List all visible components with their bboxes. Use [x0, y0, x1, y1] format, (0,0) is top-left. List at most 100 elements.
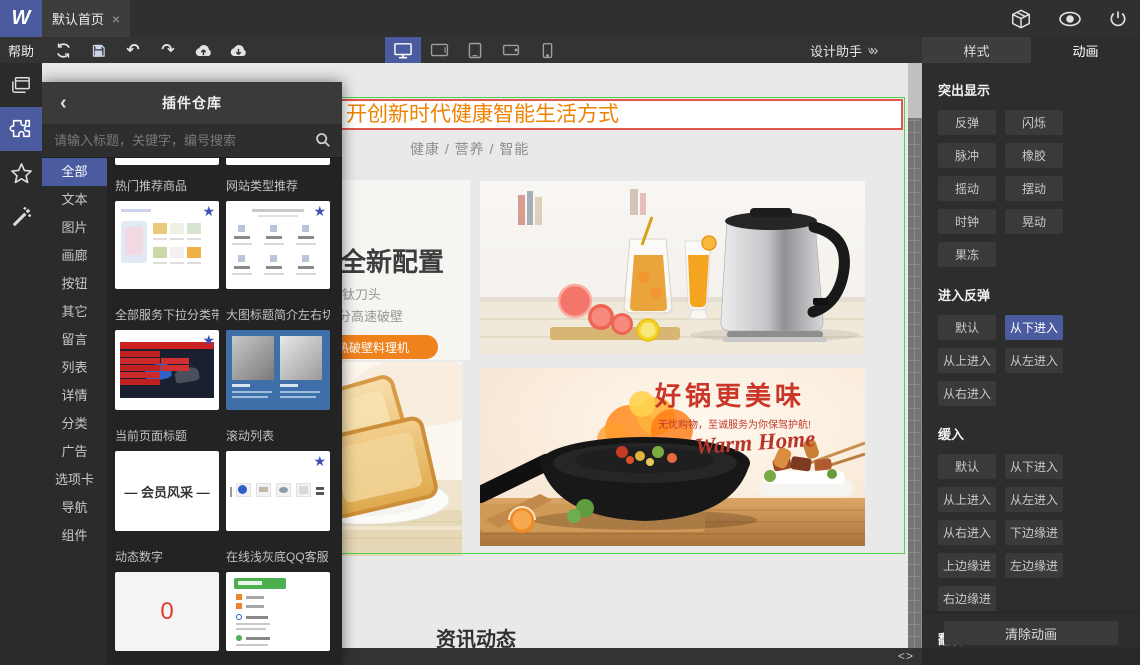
tab-animation[interactable]: 动画 — [1031, 37, 1140, 63]
plugin-category[interactable]: 分类 — [42, 410, 107, 438]
page-tab-default-home[interactable]: 默认首页 × — [42, 0, 130, 37]
animation-option-button[interactable]: 反弹 — [938, 110, 996, 135]
plugin-card-thumb[interactable]: ★ — [115, 330, 219, 410]
plugin-card[interactable]: 全部服务下拉分类带... — [115, 289, 219, 410]
animation-option-button[interactable]: 下边缘进 — [1005, 520, 1063, 545]
canvas-scrollbar[interactable] — [908, 63, 922, 648]
save-icon[interactable] — [87, 39, 109, 61]
animation-option-button[interactable]: 摆动 — [1005, 176, 1063, 201]
plugin-card-thumb[interactable]: — 会员风采 — — [115, 451, 219, 531]
device-tablet-portrait-button[interactable] — [457, 37, 493, 63]
animation-option-button[interactable]: 脉冲 — [938, 143, 996, 168]
device-phone-landscape-button[interactable] — [493, 37, 529, 63]
plugin-card[interactable]: 当前页面标题 — 会员风采 — — [115, 410, 219, 531]
eye-icon[interactable] — [1058, 11, 1082, 27]
plugin-card-thumb[interactable] — [226, 330, 330, 410]
magic-wand-icon[interactable] — [0, 195, 42, 239]
power-icon[interactable] — [1108, 9, 1128, 29]
animation-option-button[interactable]: 默认 — [938, 315, 996, 340]
redo-icon[interactable]: ↷ — [157, 39, 179, 61]
wok-banner-image[interactable]: 好锅更美味 无忧购物，至诚服务为你保驾护航! Warm Home — [480, 368, 865, 546]
app-logo[interactable]: W — [0, 0, 42, 37]
plugin-category[interactable]: 全部 — [42, 158, 107, 186]
plugin-card-thumb[interactable]: 0 — [115, 572, 219, 651]
plugin-category[interactable]: 文本 — [42, 186, 107, 214]
animation-option-button[interactable]: 从下进入 — [1005, 315, 1063, 340]
plugin-card[interactable]: 动态数字 0 — [115, 531, 219, 651]
favorite-star-icon[interactable]: ★ — [202, 204, 215, 218]
animation-option-button[interactable]: 从左进入 — [1005, 348, 1063, 373]
plugin-category[interactable]: 详情 — [42, 382, 107, 410]
animation-option-button[interactable]: 橡胶 — [1005, 143, 1063, 168]
animation-option-button[interactable]: 摇动 — [938, 176, 996, 201]
animation-option-button[interactable]: 时钟 — [938, 209, 996, 234]
partial-card-thumb[interactable] — [226, 158, 330, 165]
plugin-category[interactable]: 导航 — [42, 494, 107, 522]
plugin-card[interactable]: 在线浅灰底QQ客服 — [226, 531, 330, 651]
favorite-star-icon[interactable]: ★ — [202, 333, 215, 347]
favorite-star-icon[interactable]: ★ — [313, 454, 326, 468]
plugin-card[interactable]: 页眉2 — [226, 651, 330, 665]
selected-title-element[interactable]: 开创新时代健康智能生活方式 — [302, 99, 903, 130]
plugin-category[interactable]: 按钮 — [42, 270, 107, 298]
animation-option-button[interactable]: 上边缘进 — [938, 553, 996, 578]
plugin-card[interactable]: 联系我们 — [115, 651, 219, 665]
cloud-upload-icon[interactable] — [192, 39, 214, 61]
search-icon[interactable] — [315, 132, 331, 148]
pages-icon[interactable] — [0, 63, 42, 107]
plugin-category[interactable]: 留言 — [42, 326, 107, 354]
plugin-category[interactable]: 选项卡 — [42, 466, 107, 494]
animation-option-button[interactable]: 果冻 — [938, 242, 996, 267]
plugin-card-thumb[interactable]: ★ — [226, 451, 330, 531]
cube-icon[interactable] — [1010, 8, 1032, 30]
animation-option-button[interactable]: 从右进入 — [938, 520, 996, 545]
refresh-icon[interactable] — [52, 39, 74, 61]
animation-option-button[interactable]: 从上进入 — [938, 487, 996, 512]
news-section-heading[interactable]: 资讯动态 — [436, 623, 516, 648]
plugin-card[interactable]: 大图标题简介左右切... — [226, 289, 330, 410]
plugin-category[interactable]: 其它 — [42, 298, 107, 326]
back-icon[interactable]: ‹ — [60, 82, 67, 124]
undo-icon[interactable]: ↶ — [122, 39, 144, 61]
tab-close-icon[interactable]: × — [112, 11, 120, 27]
scrollbar-thumb[interactable] — [908, 63, 922, 118]
clear-animation-button[interactable]: 清除动画 — [944, 621, 1118, 645]
kettle-product-image[interactable] — [480, 181, 865, 354]
animation-option-button[interactable]: 右边缘进 — [938, 586, 996, 611]
animation-option-button[interactable]: 左边缘进 — [1005, 553, 1063, 578]
animation-option-button[interactable]: 从左进入 — [1005, 487, 1063, 512]
animation-option-button[interactable]: 从下进入 — [1005, 454, 1063, 479]
page-tab-label: 默认首页 — [51, 12, 104, 27]
cloud-download-icon[interactable] — [227, 39, 249, 61]
tab-style[interactable]: 样式 — [922, 37, 1031, 63]
animation-option-button[interactable]: 默认 — [938, 454, 996, 479]
animation-option-button[interactable]: 晃动 — [1005, 209, 1063, 234]
plugin-card-thumb[interactable]: ★ — [226, 201, 330, 289]
device-desktop-button[interactable] — [385, 37, 421, 63]
plugin-card[interactable]: 滚动列表 ★ — [226, 410, 330, 531]
plugin-category[interactable]: 组件 — [42, 522, 107, 550]
partial-card-thumb[interactable] — [115, 158, 219, 165]
design-assistant-dropdown[interactable]: 设计助手 ∨ — [810, 37, 874, 63]
code-view-icon[interactable]: <> — [898, 649, 914, 663]
plugin-card[interactable]: 热门推荐商品 ★ — [115, 165, 219, 289]
plugin-category[interactable]: 列表 — [42, 354, 107, 382]
page-subtitle[interactable]: 健康 / 营养 / 智能 — [410, 139, 529, 159]
favorites-star-icon[interactable] — [0, 151, 42, 195]
animation-option-button[interactable]: 闪烁 — [1005, 110, 1063, 135]
animation-option-button[interactable]: 从上进入 — [938, 348, 996, 373]
plugin-search-input[interactable] — [42, 124, 342, 157]
favorite-star-icon[interactable]: ★ — [313, 204, 326, 218]
plugin-card[interactable]: 网站类型推荐 ★ — [226, 165, 330, 289]
more-tools-button[interactable]: » — [870, 37, 878, 63]
plugin-card-thumb[interactable] — [226, 572, 330, 651]
plugins-icon[interactable] — [0, 107, 42, 151]
plugin-category[interactable]: 图片 — [42, 214, 107, 242]
plugin-card-thumb[interactable]: ★ — [115, 201, 219, 289]
plugin-category[interactable]: 广告 — [42, 438, 107, 466]
help-button[interactable]: 帮助 — [0, 37, 42, 63]
device-tablet-landscape-button[interactable] — [421, 37, 457, 63]
device-phone-portrait-button[interactable] — [529, 37, 565, 63]
plugin-category[interactable]: 画廊 — [42, 242, 107, 270]
animation-option-button[interactable]: 从右进入 — [938, 381, 996, 406]
